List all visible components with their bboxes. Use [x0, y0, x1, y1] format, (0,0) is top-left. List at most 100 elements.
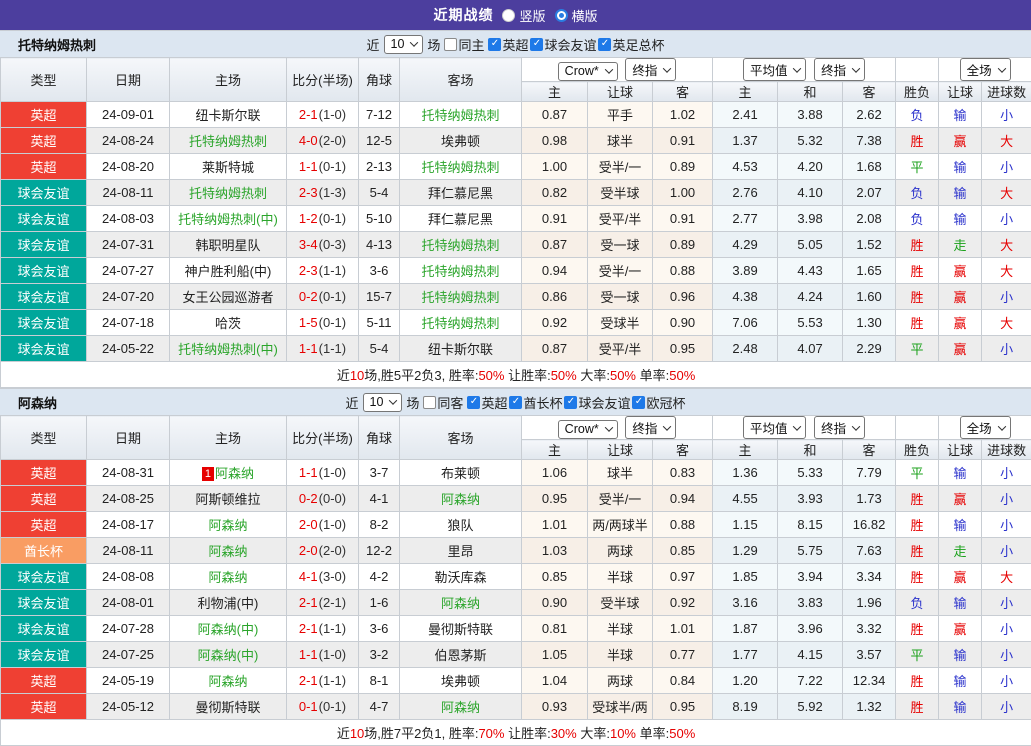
col-header-score: 比分(半场): [287, 416, 359, 460]
result-goals: 小: [982, 284, 1031, 310]
recent-games-select[interactable]: 10: [384, 35, 424, 54]
result-wdl-value: 平: [911, 648, 924, 663]
match-date: 24-05-19: [87, 668, 170, 694]
layout-radio-vertical[interactable]: 竖版: [502, 6, 545, 25]
away-team-cell: 曼彻斯特联: [400, 616, 522, 642]
result-goals-value: 小: [1000, 700, 1013, 715]
handicap-time-select[interactable]: 终指: [625, 58, 676, 81]
checkbox-icon[interactable]: ✓: [530, 38, 543, 51]
recent-games-select[interactable]: 10: [363, 393, 403, 412]
league-filters: ✓英超✓球会友谊✓英足总杯: [488, 35, 664, 54]
checkbox-icon[interactable]: [444, 38, 457, 51]
corner-count: 8-1: [359, 668, 400, 694]
handicap-home-odds: 0.98: [522, 128, 588, 154]
summary-segment: 50%: [478, 368, 504, 383]
checkbox-icon[interactable]: [423, 396, 436, 409]
result-handicap: 赢: [939, 284, 982, 310]
fulltime-score: 2-1: [299, 595, 318, 610]
col-header-eu-draw: 和: [778, 440, 843, 460]
radio-icon[interactable]: [555, 9, 568, 22]
radio-icon[interactable]: [502, 9, 515, 22]
checkbox-icon[interactable]: ✓: [564, 396, 577, 409]
summary-segment: 10%: [610, 726, 636, 741]
score-cell: 0-2(0-1): [287, 284, 359, 310]
team-section: 托特纳姆热刺 近 10 场 同主 ✓英超✓球会友谊✓英足总杯: [0, 30, 1031, 388]
page-title: 近期战绩: [433, 5, 493, 25]
league-filter[interactable]: ✓英超: [467, 393, 507, 412]
result-handicap-value: 输: [954, 212, 967, 227]
handicap-source-value: Crow*: [565, 64, 599, 78]
col-header-eu-home: 主: [713, 82, 778, 102]
result-goals: 小: [982, 694, 1031, 720]
league-filter[interactable]: ✓英超: [488, 35, 528, 54]
checkbox-icon[interactable]: ✓: [509, 396, 522, 409]
result-goals: 小: [982, 102, 1031, 128]
checkbox-icon[interactable]: ✓: [467, 396, 480, 409]
home-team: 阿森纳: [208, 518, 247, 533]
result-goals: 小: [982, 642, 1031, 668]
scope-select[interactable]: 全场: [960, 58, 1011, 81]
handicap-away-odds: 0.94: [653, 486, 713, 512]
summary-segment: 大率:: [577, 368, 610, 383]
euro-time-value: 终指: [821, 60, 846, 79]
score-cell: 1-1(0-1): [287, 154, 359, 180]
league-filter-label: 酋长杯: [523, 393, 562, 412]
euro-away-odds: 3.34: [843, 564, 896, 590]
match-row: 球会友谊 24-08-01 利物浦(中) 2-1(2-1) 1-6 阿森纳 0.…: [1, 590, 1031, 616]
scope-dropdown-cell: 全场: [939, 58, 1031, 82]
same-venue-filter[interactable]: 同主: [444, 35, 484, 54]
layout-radio-horizontal[interactable]: 横版: [555, 6, 598, 25]
chevron-down-icon: [852, 64, 860, 72]
home-team: 阿森纳: [208, 544, 247, 559]
fulltime-score: 1-5: [299, 315, 318, 330]
match-type-badge: 酋长杯: [1, 538, 87, 564]
league-filter[interactable]: ✓球会友谊: [530, 35, 596, 54]
handicap-line: 受半球: [588, 180, 653, 206]
result-handicap: 赢: [939, 258, 982, 284]
euro-draw-odds: 4.15: [778, 642, 843, 668]
euro-draw-odds: 4.10: [778, 180, 843, 206]
result-wdl: 负: [896, 102, 939, 128]
scope-select[interactable]: 全场: [960, 416, 1011, 439]
away-team-cell: 勒沃库森: [400, 564, 522, 590]
home-team-cell: 曼彻斯特联: [170, 694, 287, 720]
handicap-source-select[interactable]: Crow*: [558, 420, 618, 439]
checkbox-icon[interactable]: ✓: [488, 38, 501, 51]
result-handicap: 输: [939, 642, 982, 668]
checkbox-icon[interactable]: ✓: [598, 38, 611, 51]
result-handicap-value: 赢: [954, 570, 967, 585]
result-handicap: 输: [939, 512, 982, 538]
fulltime-score: 1-1: [299, 647, 318, 662]
same-venue-filter[interactable]: 同客: [423, 393, 463, 412]
league-filter[interactable]: ✓球会友谊: [564, 393, 630, 412]
result-handicap-value: 输: [954, 596, 967, 611]
result-handicap-value: 赢: [954, 134, 967, 149]
league-filter[interactable]: ✓英足总杯: [598, 35, 664, 54]
handicap-home-odds: 1.00: [522, 154, 588, 180]
checkbox-icon[interactable]: ✓: [632, 396, 645, 409]
handicap-source-select[interactable]: Crow*: [558, 62, 618, 81]
summary-row: 近10场,胜5平2负3, 胜率:50% 让胜率:50% 大率:50% 单率:50…: [1, 362, 1031, 388]
team-section: 阿森纳 近 10 场 同客 ✓英超✓酋长杯✓球会友谊✓欧冠杯: [0, 388, 1031, 746]
col-header-type: 类型: [1, 58, 87, 102]
handicap-line: 半球: [588, 616, 653, 642]
away-team: 狼队: [447, 518, 473, 533]
home-team: 托特纳姆热刺: [189, 186, 267, 201]
euro-source-select[interactable]: 平均值: [743, 58, 807, 81]
euro-time-select[interactable]: 终指: [814, 416, 865, 439]
league-filter[interactable]: ✓欧冠杯: [632, 393, 685, 412]
euro-draw-odds: 3.93: [778, 486, 843, 512]
euro-draw-odds: 5.53: [778, 310, 843, 336]
league-filter[interactable]: ✓酋长杯: [509, 393, 562, 412]
euro-time-select[interactable]: 终指: [814, 58, 865, 81]
handicap-time-select[interactable]: 终指: [625, 416, 676, 439]
corner-count: 4-7: [359, 694, 400, 720]
col-header-result-goals: 进球数: [982, 82, 1031, 102]
handicap-home-odds: 1.04: [522, 668, 588, 694]
match-row: 英超 24-08-20 莱斯特城 1-1(0-1) 2-13 托特纳姆热刺 1.…: [1, 154, 1031, 180]
euro-source-select[interactable]: 平均值: [743, 416, 807, 439]
home-team-cell: 阿森纳: [170, 512, 287, 538]
home-team-cell: 托特纳姆热刺: [170, 180, 287, 206]
euro-home-odds: 4.29: [713, 232, 778, 258]
away-team: 拜仁慕尼黑: [428, 212, 493, 227]
